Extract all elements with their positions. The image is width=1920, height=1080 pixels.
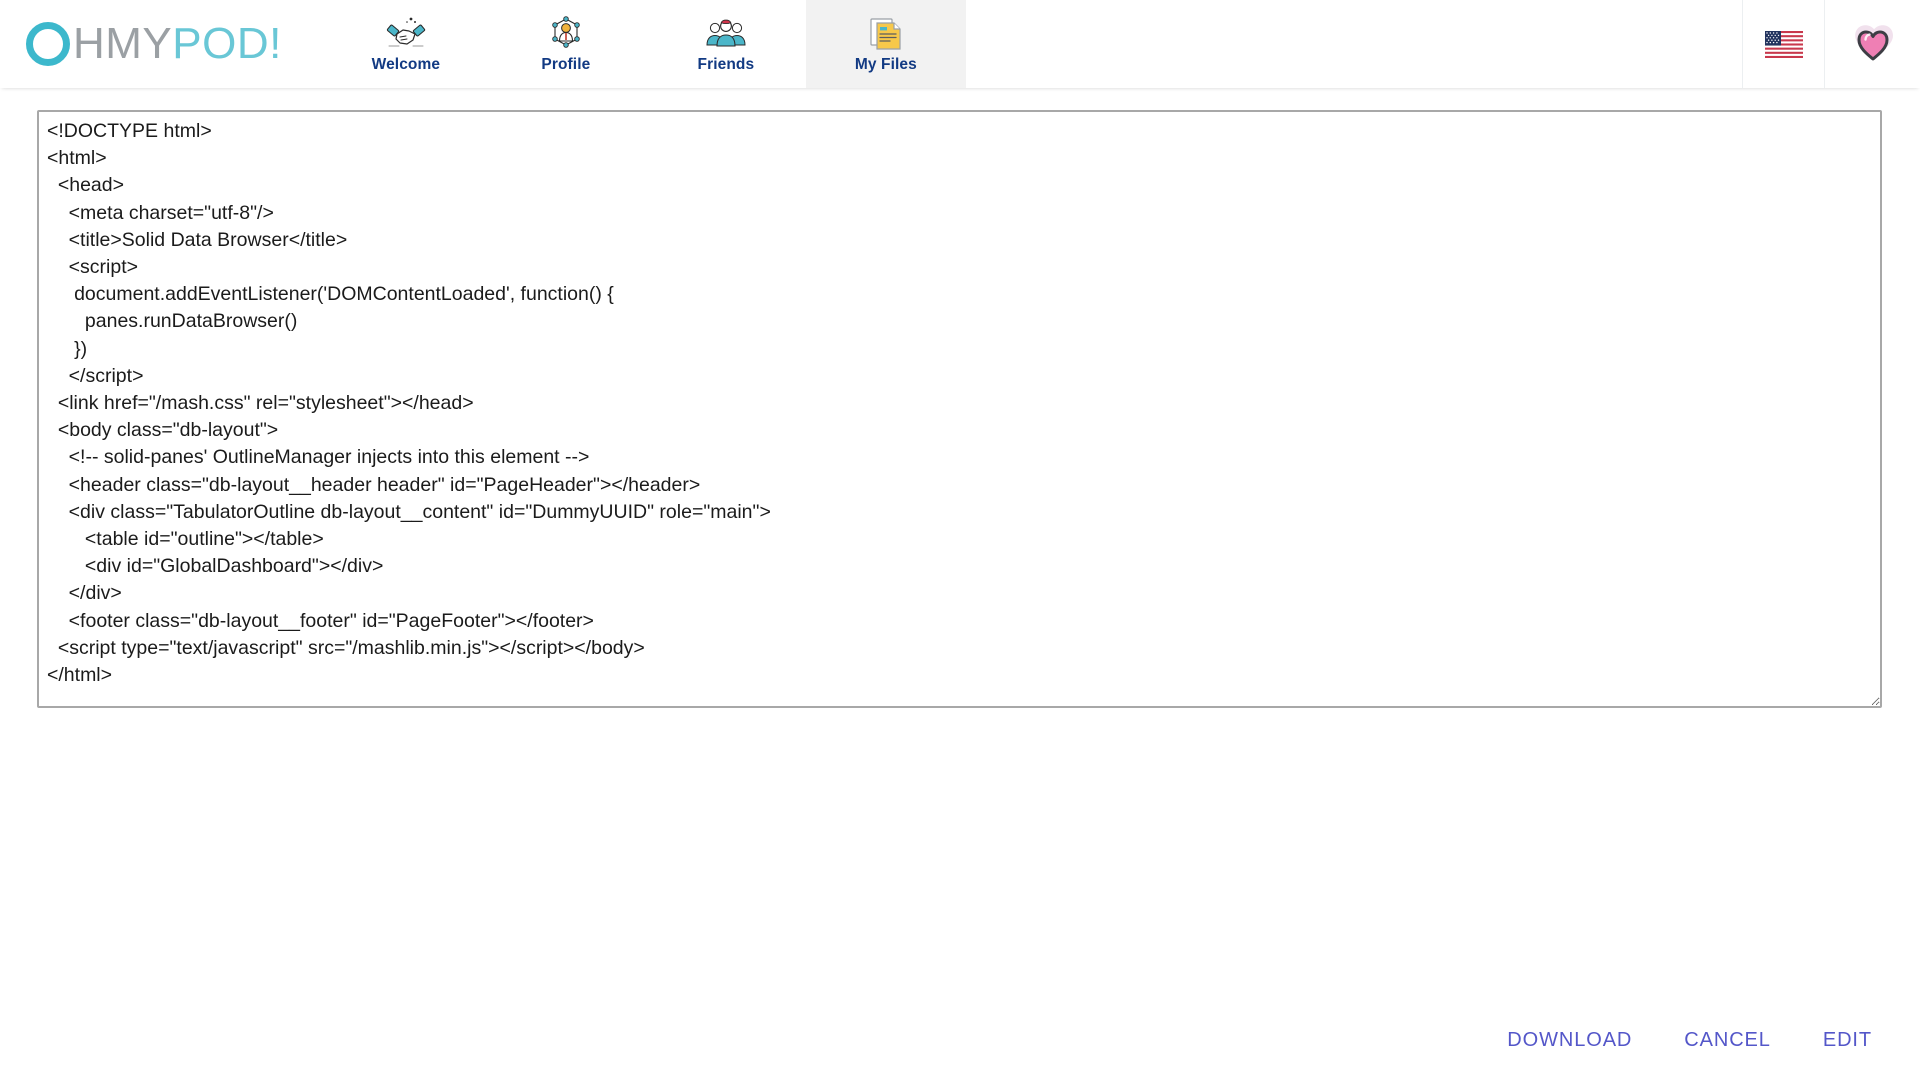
language-selector-button[interactable]	[1742, 0, 1824, 88]
nav-tab-welcome[interactable]: Welcome	[326, 0, 486, 88]
user-avatar-button[interactable]	[1824, 0, 1920, 88]
app-header: HMY POD! Welcome Profile Friends My File…	[0, 0, 1920, 88]
download-button[interactable]: DOWNLOAD	[1485, 1019, 1654, 1062]
nav-tab-my-files[interactable]: My Files	[805, 0, 966, 88]
edit-button[interactable]: EDIT	[1801, 1019, 1894, 1062]
nav-tab-label: Profile	[541, 55, 591, 73]
file-source-textarea[interactable]	[37, 110, 1882, 708]
logo-text-mid: HMY	[73, 19, 173, 68]
logo-text-end: POD!	[172, 19, 282, 68]
people-group-icon	[706, 15, 746, 53]
us-flag-icon	[1764, 30, 1803, 58]
person-network-icon	[546, 15, 586, 53]
file-viewer-page: DOWNLOAD CANCEL EDIT	[0, 88, 1920, 1080]
pink-heart-icon	[1847, 21, 1899, 67]
nav-tab-label: Welcome	[371, 55, 441, 73]
nav-tab-profile[interactable]: Profile	[486, 0, 646, 88]
nav-tab-label: Friends	[697, 55, 755, 73]
nav-tab-friends[interactable]: Friends	[646, 0, 806, 88]
brand-logo[interactable]: HMY POD!	[0, 0, 292, 88]
ring-o-icon	[26, 22, 70, 66]
nav-tab-label: My Files	[854, 55, 917, 73]
main-nav: Welcome Profile Friends My Files	[326, 0, 966, 88]
cancel-button[interactable]: CANCEL	[1662, 1019, 1793, 1062]
handshake-icon	[386, 15, 426, 53]
header-right-actions	[1742, 0, 1920, 88]
file-action-bar: DOWNLOAD CANCEL EDIT	[1485, 1019, 1894, 1062]
documents-icon	[866, 15, 906, 53]
